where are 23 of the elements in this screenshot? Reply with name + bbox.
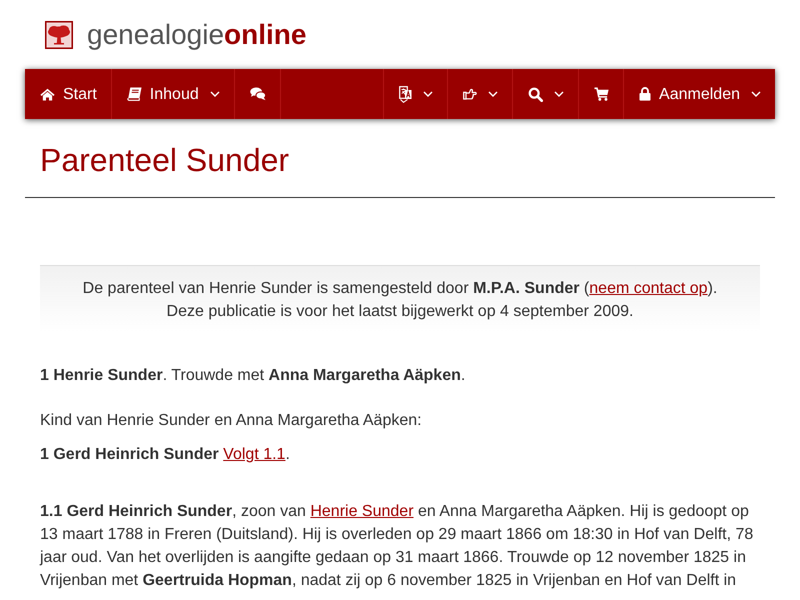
site-logo-text[interactable]: genealogieonline	[87, 20, 306, 48]
search-icon	[528, 86, 544, 102]
lock-icon	[639, 87, 652, 101]
child-entry: 1 Gerd Heinrich Sunder Volgt 1.1.	[40, 445, 291, 465]
tree-logo-icon	[45, 20, 73, 48]
person-entry: 1 Henrie Sunder. Trouwde met Anna Margaretha Aäpken.	[40, 366, 466, 386]
notice-text: De parenteel van Henrie Sunder is samengesteld door M.P.A. Sunder (neem contact op).	[82, 279, 718, 299]
nav-dropdown[interactable]: Aanmelden	[623, 69, 775, 119]
inline-link[interactable]: Henrie Sunder	[310, 503, 414, 520]
inline-link[interactable]: neem contact op	[589, 280, 708, 297]
pointing-hand-icon	[463, 88, 478, 100]
children-intro: Kind van Henrie Sunder en Anna Margaretha Aäpken:	[40, 411, 423, 431]
page-title: Parenteel Sunder	[39, 141, 290, 179]
nav-dropdown[interactable]: Inhoud	[112, 69, 235, 119]
chat-bubbles-icon	[250, 87, 266, 101]
nav-link[interactable]: Start	[25, 69, 112, 119]
notice-text: Deze publicatie is voor het laatst bijgewerkt op 4 september 2009.	[166, 302, 634, 322]
inline-link[interactable]: Volgt 1.1	[223, 446, 286, 463]
home-icon	[40, 88, 55, 100]
book-icon	[126, 87, 142, 101]
person-details: 1.1 Gerd Heinrich Sunder, zoon van Henrie Sunder en Anna Margaretha Aäpken. Hij is gedoopt op 13 maart 1788 in Freren (Duitsland). Hij is overleden op 29 maart 1866 om 18:30 in Hof van Delft, 78 jaar oud. Van het overlijden is aangifte gedaan op 31 maart 1866. Trouwde op 12 november 1825 in Vrijenban met Geertruida Hopman, nadat zij op 6 november 1825 in Vrijenban en Hof van Delft in	[40, 502, 754, 591]
language-icon	[399, 86, 412, 102]
cart-icon	[594, 87, 610, 101]
